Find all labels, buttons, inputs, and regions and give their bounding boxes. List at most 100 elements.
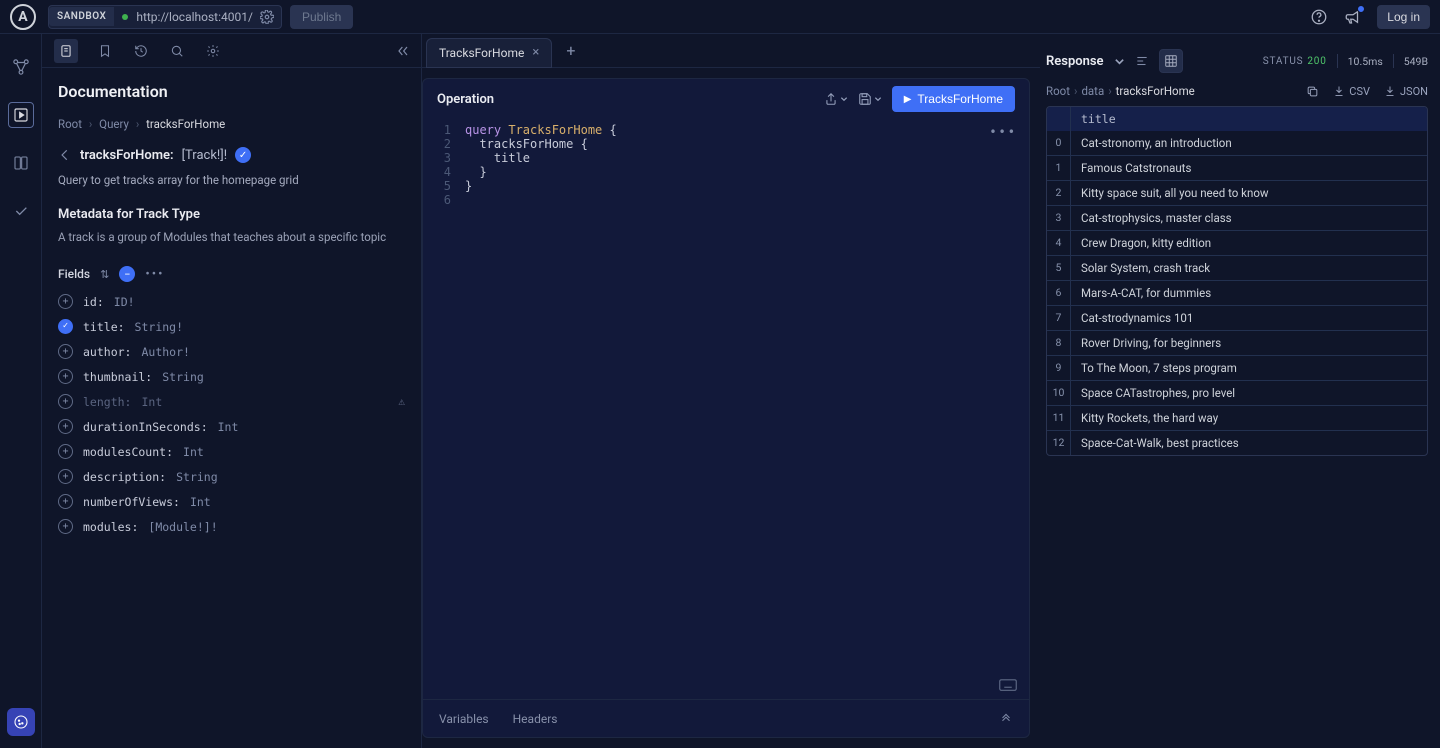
format-icon[interactable] bbox=[1135, 54, 1149, 68]
add-field-icon[interactable]: + bbox=[58, 344, 73, 359]
login-button[interactable]: Log in bbox=[1377, 5, 1430, 29]
row-title: Kitty Rockets, the hard way bbox=[1071, 406, 1427, 430]
help-icon[interactable] bbox=[1309, 7, 1329, 27]
table-row[interactable]: 3Cat-strophysics, master class bbox=[1047, 205, 1427, 230]
app-logo[interactable]: A bbox=[10, 4, 36, 30]
table-row[interactable]: 4Crew Dragon, kitty edition bbox=[1047, 230, 1427, 255]
schema-icon[interactable] bbox=[8, 54, 34, 80]
table-row[interactable]: 12Space-Cat-Walk, best practices bbox=[1047, 430, 1427, 455]
field-item[interactable]: +durationInSeconds: Int bbox=[58, 417, 405, 436]
row-index: 2 bbox=[1047, 181, 1071, 205]
keyboard-icon[interactable] bbox=[999, 679, 1017, 691]
field-type-label[interactable]: ID! bbox=[114, 295, 135, 309]
tab-close-icon[interactable]: × bbox=[532, 45, 539, 60]
row-index: 6 bbox=[1047, 281, 1071, 305]
row-index: 4 bbox=[1047, 231, 1071, 255]
deselect-all-icon[interactable]: − bbox=[119, 266, 135, 282]
field-type-label[interactable]: String bbox=[176, 470, 218, 484]
response-dropdown-icon[interactable] bbox=[1114, 56, 1125, 67]
table-view-icon[interactable] bbox=[1159, 49, 1183, 73]
field-item[interactable]: +numberOfViews: Int bbox=[58, 492, 405, 511]
add-field-icon[interactable]: + bbox=[58, 519, 73, 534]
column-header-title[interactable]: title bbox=[1071, 107, 1427, 131]
history-icon[interactable] bbox=[132, 42, 150, 60]
field-item[interactable]: +description: String bbox=[58, 467, 405, 486]
field-item[interactable]: + modulesCount: Int bbox=[58, 442, 405, 461]
sandbox-url-capsule[interactable]: SANDBOX http://localhost:4001/ bbox=[48, 5, 282, 29]
field-item[interactable]: +modules: [Module!]! bbox=[58, 517, 405, 536]
field-type-label[interactable]: [Module!]! bbox=[148, 520, 217, 534]
headers-tab[interactable]: Headers bbox=[513, 712, 558, 726]
add-field-icon[interactable]: + bbox=[58, 444, 73, 459]
field-type-label[interactable]: Int bbox=[183, 445, 204, 459]
field-type-label[interactable]: Author! bbox=[141, 345, 189, 359]
expand-footer-icon[interactable] bbox=[999, 712, 1013, 726]
table-row[interactable]: 1Famous Catstronauts bbox=[1047, 155, 1427, 180]
breadcrumb-root[interactable]: Root bbox=[58, 117, 82, 131]
editor-more-icon[interactable]: ••• bbox=[989, 125, 1017, 139]
table-row[interactable]: 0Cat-stronomy, an introduction bbox=[1047, 131, 1427, 155]
table-row[interactable]: 6Mars-A-CAT, for dummies bbox=[1047, 280, 1427, 305]
add-field-icon[interactable]: + bbox=[58, 394, 73, 409]
share-icon[interactable] bbox=[824, 92, 848, 106]
publish-button[interactable]: Publish bbox=[290, 5, 353, 29]
doc-breadcrumb[interactable]: Root › Query › tracksForHome bbox=[58, 117, 405, 131]
endpoint-settings-icon[interactable] bbox=[259, 9, 275, 25]
variables-tab[interactable]: Variables bbox=[439, 712, 489, 726]
table-row[interactable]: 11Kitty Rockets, the hard way bbox=[1047, 405, 1427, 430]
row-index: 10 bbox=[1047, 381, 1071, 405]
breadcrumb-query[interactable]: Query bbox=[99, 117, 129, 131]
field-type-label[interactable]: Int bbox=[141, 395, 162, 409]
export-json-button[interactable]: JSON bbox=[1384, 85, 1428, 98]
add-field-icon[interactable]: + bbox=[58, 494, 73, 509]
add-field-icon[interactable]: + bbox=[58, 294, 73, 309]
field-item[interactable]: +length: Int⚠ bbox=[58, 392, 405, 411]
bookmark-icon[interactable] bbox=[96, 42, 114, 60]
table-row[interactable]: 5Solar System, crash track bbox=[1047, 255, 1427, 280]
search-icon[interactable] bbox=[168, 42, 186, 60]
table-row[interactable]: 9To The Moon, 7 steps program bbox=[1047, 355, 1427, 380]
explorer-icon[interactable] bbox=[8, 102, 34, 128]
field-type-label[interactable]: Int bbox=[218, 420, 239, 434]
doc-tab-icon[interactable] bbox=[54, 39, 78, 63]
run-button[interactable]: ▶ TracksForHome bbox=[892, 86, 1015, 112]
tab-add-icon[interactable]: + bbox=[566, 41, 575, 60]
add-field-icon[interactable]: + bbox=[58, 369, 73, 384]
checks-icon[interactable] bbox=[8, 198, 34, 224]
field-type-label[interactable]: String! bbox=[135, 320, 183, 334]
field-type-label[interactable]: String bbox=[162, 370, 204, 384]
field-label: id: bbox=[83, 295, 104, 309]
add-field-icon[interactable]: + bbox=[58, 419, 73, 434]
sort-icon[interactable]: ⇅ bbox=[100, 268, 109, 281]
selected-badge-icon[interactable] bbox=[235, 147, 251, 163]
field-item[interactable]: +thumbnail: String bbox=[58, 367, 405, 386]
table-row[interactable]: 2Kitty space suit, all you need to know bbox=[1047, 180, 1427, 205]
table-row[interactable]: 10Space CATastrophes, pro level bbox=[1047, 380, 1427, 405]
export-csv-button[interactable]: CSV bbox=[1333, 85, 1370, 98]
field-type[interactable]: [Track!]! bbox=[182, 148, 228, 163]
field-item[interactable]: +author: Author! bbox=[58, 342, 405, 361]
field-item[interactable]: + id: ID! bbox=[58, 292, 405, 311]
diff-icon[interactable] bbox=[8, 150, 34, 176]
resp-breadcrumb-root[interactable]: Root bbox=[1046, 84, 1070, 98]
table-row[interactable]: 8Rover Driving, for beginners bbox=[1047, 330, 1427, 355]
resp-breadcrumb-leaf: tracksForHome bbox=[1116, 84, 1195, 98]
field-item[interactable]: title: String! bbox=[58, 317, 405, 336]
table-row[interactable]: 7Cat-strodynamics 101 bbox=[1047, 305, 1427, 330]
selected-field-icon[interactable] bbox=[58, 319, 73, 334]
copy-icon[interactable] bbox=[1306, 85, 1319, 98]
operation-tab[interactable]: TracksForHome × bbox=[426, 38, 552, 68]
save-icon[interactable] bbox=[858, 92, 882, 106]
settings-icon[interactable] bbox=[204, 42, 222, 60]
query-editor[interactable]: ••• 1query TracksForHome { 2 tracksForHo… bbox=[423, 119, 1029, 699]
fields-more-icon[interactable]: ••• bbox=[145, 267, 164, 282]
back-arrow-icon[interactable] bbox=[58, 148, 72, 162]
resp-breadcrumb-data[interactable]: data bbox=[1081, 84, 1104, 98]
add-field-icon[interactable]: + bbox=[58, 469, 73, 484]
collapse-panel-icon[interactable] bbox=[395, 45, 411, 57]
announcements-icon[interactable] bbox=[1343, 7, 1363, 27]
url-input[interactable]: http://localhost:4001/ bbox=[136, 10, 253, 24]
cookie-settings-icon[interactable] bbox=[7, 708, 35, 736]
field-type-label[interactable]: Int bbox=[190, 495, 211, 509]
field-label: modulesCount: bbox=[83, 445, 173, 459]
